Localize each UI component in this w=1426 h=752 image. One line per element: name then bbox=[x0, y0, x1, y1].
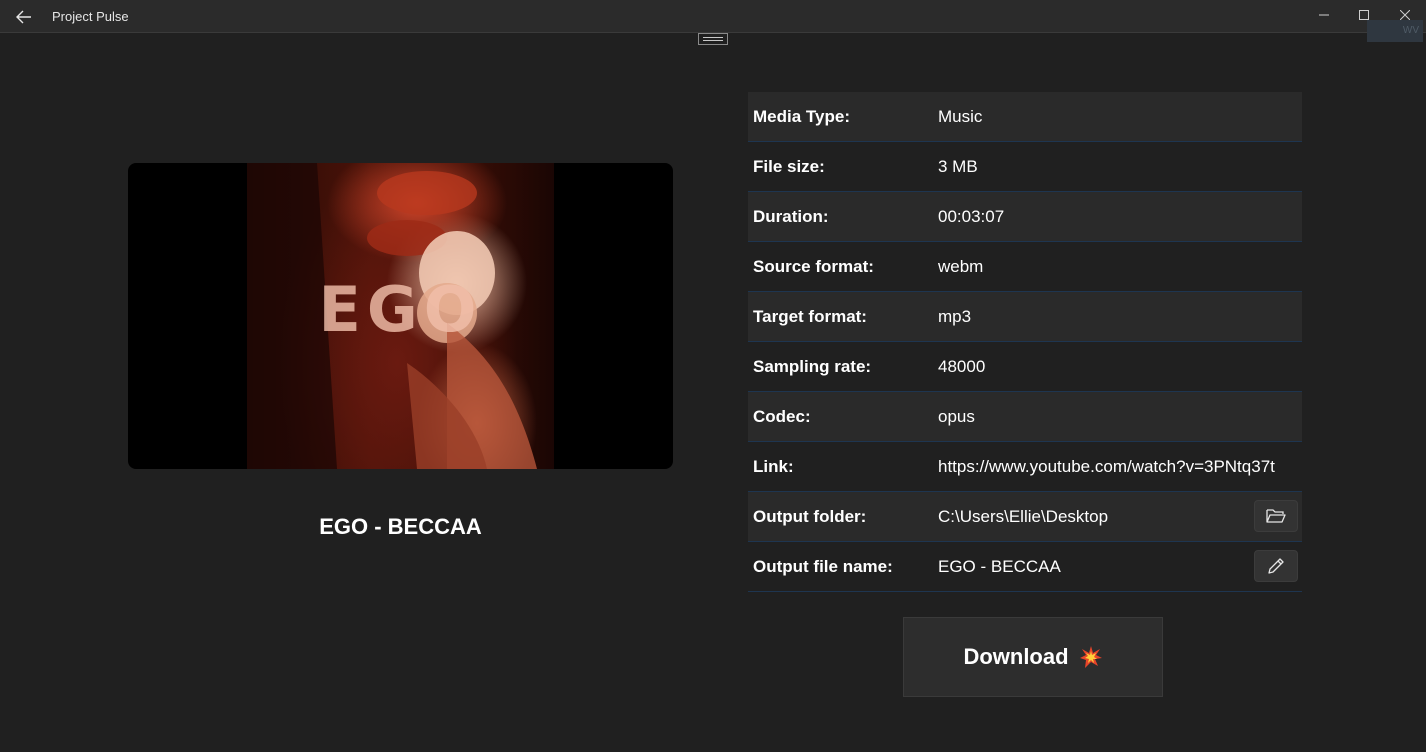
detail-value: Music bbox=[938, 107, 983, 126]
back-button[interactable] bbox=[8, 4, 40, 30]
detail-label: Output folder: bbox=[753, 507, 867, 526]
detail-label: Output file name: bbox=[753, 557, 893, 576]
detail-row-link: Link: https://www.youtube.com/watch?v=3P… bbox=[748, 442, 1302, 492]
maximize-icon bbox=[1359, 10, 1369, 20]
detail-label: Link: bbox=[753, 457, 794, 476]
detail-value: webm bbox=[938, 257, 984, 276]
download-button[interactable]: Download bbox=[903, 617, 1163, 697]
edit-file-name-button[interactable] bbox=[1254, 550, 1298, 582]
detail-value: opus bbox=[938, 407, 975, 426]
detail-label: Target format: bbox=[753, 307, 867, 326]
collision-burst-icon bbox=[1079, 646, 1102, 668]
media-title: EGO - BECCAA bbox=[319, 514, 482, 539]
detail-row-output-file-name: Output file name: EGO - BECCAA bbox=[748, 542, 1302, 592]
minimize-button[interactable] bbox=[1304, 0, 1344, 30]
detail-row-media-type: Media Type: Music bbox=[748, 92, 1302, 142]
detail-value: 3 MB bbox=[938, 157, 978, 176]
detail-label: Media Type: bbox=[753, 107, 850, 126]
pencil-icon bbox=[1268, 558, 1284, 574]
detail-value: 48000 bbox=[938, 357, 986, 376]
detail-row-source-format: Source format: webm bbox=[748, 242, 1302, 292]
output-folder-value: C:\Users\Ellie\Desktop bbox=[938, 507, 1109, 526]
output-file-name-value: EGO - BECCAA bbox=[938, 557, 1061, 576]
detail-row-output-folder: Output folder: C:\Users\Ellie\Desktop bbox=[748, 492, 1302, 542]
overlay-badge: WV bbox=[1367, 20, 1423, 42]
album-art-title: EGO bbox=[318, 273, 483, 346]
detail-label: Sampling rate: bbox=[753, 357, 872, 376]
minimize-icon bbox=[1319, 14, 1329, 16]
detail-value: 00:03:07 bbox=[938, 207, 1005, 226]
link-value[interactable]: https://www.youtube.com/watch?v=3PNtq37t bbox=[938, 457, 1302, 477]
title-bar[interactable]: Project Pulse bbox=[0, 0, 1426, 33]
detail-label: Source format: bbox=[753, 257, 874, 276]
drag-handle-line bbox=[703, 37, 723, 38]
detail-label: Codec: bbox=[753, 407, 811, 426]
detail-row-codec: Codec: opus bbox=[748, 392, 1302, 442]
drag-handle[interactable] bbox=[698, 33, 728, 45]
detail-label: Duration: bbox=[753, 207, 829, 226]
browse-folder-button[interactable] bbox=[1254, 500, 1298, 532]
close-icon bbox=[1400, 10, 1410, 20]
arrow-left-icon bbox=[16, 10, 31, 24]
detail-label: File size: bbox=[753, 157, 825, 176]
download-label: Download bbox=[963, 644, 1069, 669]
app-window: Project Pulse WV EGO EGO - BECCAA Media … bbox=[0, 0, 1426, 752]
detail-row-duration: Duration: 00:03:07 bbox=[748, 192, 1302, 242]
detail-row-target-format: Target format: mp3 bbox=[748, 292, 1302, 342]
detail-value: mp3 bbox=[938, 307, 972, 326]
detail-row-sampling-rate: Sampling rate: 48000 bbox=[748, 342, 1302, 392]
album-art: EGO bbox=[247, 163, 554, 469]
drag-handle-line bbox=[703, 40, 723, 41]
detail-row-file-size: File size: 3 MB bbox=[748, 142, 1302, 192]
media-details-table: Media Type: Music File size: 3 MB Durati… bbox=[748, 92, 1302, 592]
folder-open-icon bbox=[1266, 509, 1286, 523]
app-title: Project Pulse bbox=[52, 9, 129, 24]
media-thumbnail: EGO bbox=[128, 163, 673, 469]
